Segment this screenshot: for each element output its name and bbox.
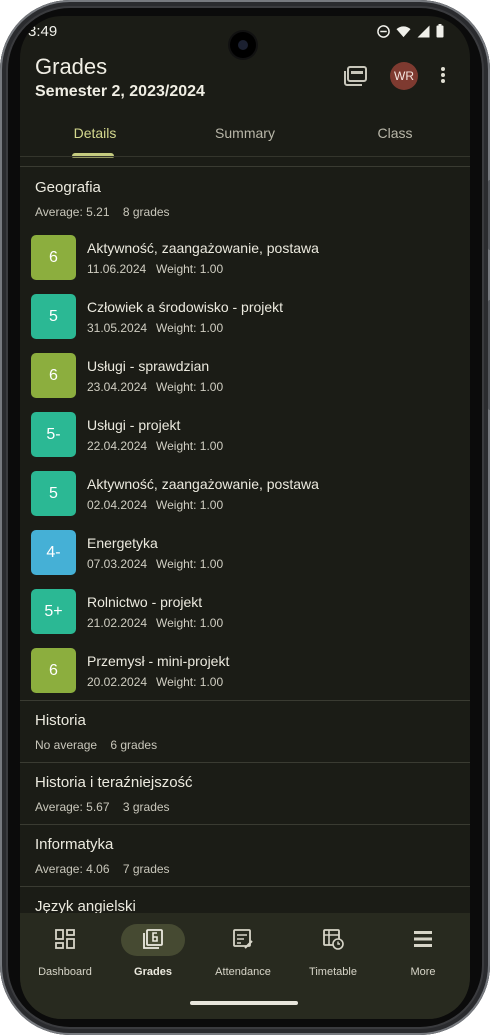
tab-details[interactable]: Details [20, 116, 170, 156]
tab-bar: Details Summary Class [20, 116, 470, 156]
attendance-icon [233, 929, 253, 949]
grade-date: 20.02.2024 [87, 675, 148, 689]
grade-badge: 5 [31, 294, 76, 339]
grade-badge: 6 [31, 353, 76, 398]
grade-row[interactable]: 4- Energetyka 07.03.2024 Weight: 1.00 [20, 522, 470, 581]
subject-name: Historia [35, 712, 86, 729]
subject-jezyk-angielski[interactable]: Język angielski [20, 887, 470, 913]
grade-row[interactable]: 5- Usługi - projekt 22.04.2024 Weight: 1… [20, 404, 470, 463]
grade-description: Człowiek a środowisko - projekt [87, 299, 284, 315]
grade-weight: Weight: 1.00 [156, 616, 224, 630]
grade-row[interactable]: 6 Aktywność, zaangażowanie, postawa 11.0… [20, 227, 470, 286]
subject-meta: Average: 5.21 8 grades [35, 205, 170, 219]
grade-description: Aktywność, zaangażowanie, postawa [87, 476, 319, 492]
nav-timetable[interactable]: Timetable [288, 913, 378, 993]
timetable-icon [323, 929, 344, 950]
tab-class[interactable]: Class [320, 116, 470, 156]
home-indicator[interactable] [190, 1001, 298, 1005]
grade-badge: 6 [31, 648, 76, 693]
subject-meta: No average 6 grades [35, 738, 158, 752]
grade-weight: Weight: 1.00 [156, 321, 224, 335]
grade-description: Energetyka [87, 535, 158, 551]
list-top-stub [20, 157, 470, 167]
nav-label: Dashboard [38, 966, 92, 978]
subject-meta: Average: 4.06 7 grades [35, 862, 170, 876]
battery-icon [436, 24, 444, 38]
grade-description: Rolnictwo - projekt [87, 594, 203, 610]
subject-informatyka[interactable]: Informatyka Average: 4.06 7 grades [20, 825, 470, 887]
grade-date: 22.04.2024 [87, 439, 148, 453]
more-vert-icon[interactable] [440, 66, 446, 84]
grade-date: 23.04.2024 [87, 380, 148, 394]
status-icons [377, 24, 444, 38]
grade-weight: Weight: 1.00 [156, 498, 224, 512]
subject-name: Historia i teraźniejszość [35, 774, 193, 791]
app-bar: Grades Semester 2, 2023/2024 WR [20, 48, 470, 108]
nav-attendance[interactable]: Attendance [198, 913, 288, 993]
subject-geografia[interactable]: Geografia Average: 5.21 8 grades 6 Aktyw… [20, 168, 470, 701]
phone-frame: 3:49 Grades Semester 2, 2023/2024 WR Det… [0, 0, 490, 1035]
signal-icon [417, 25, 430, 37]
grade-row[interactable]: 5 Człowiek a środowisko - projekt 31.05.… [20, 286, 470, 345]
grades-list[interactable]: Geografia Average: 5.21 8 grades 6 Aktyw… [20, 157, 470, 913]
page-title: Grades [35, 54, 108, 79]
dashboard-icon [55, 929, 75, 949]
grade-badge: 4- [31, 530, 76, 575]
grade-date: 07.03.2024 [87, 557, 148, 571]
semester-selector[interactable]: Semester 2, 2023/2024 [35, 83, 205, 101]
wifi-icon [396, 25, 411, 37]
nav-label: Timetable [309, 966, 357, 978]
grade-weight: Weight: 1.00 [156, 262, 224, 276]
grade-description: Usługi - projekt [87, 417, 181, 433]
nav-label: Attendance [215, 966, 271, 978]
dnd-icon [377, 24, 390, 38]
subject-name: Informatyka [35, 836, 114, 853]
grade-date: 21.02.2024 [87, 616, 148, 630]
grade-description: Aktywność, zaangażowanie, postawa [87, 240, 319, 256]
grade-date: 31.05.2024 [87, 321, 148, 335]
grade-badge: 6 [31, 235, 76, 280]
subject-historia-i-terazniejszosc[interactable]: Historia i teraźniejszość Average: 5.67 … [20, 763, 470, 825]
more-icon [414, 931, 432, 947]
grade-row[interactable]: 5 Aktywność, zaangażowanie, postawa 02.0… [20, 463, 470, 522]
nav-dashboard[interactable]: Dashboard [20, 913, 110, 993]
subject-name: Język angielski [35, 898, 136, 913]
tab-summary[interactable]: Summary [170, 116, 320, 156]
subject-meta: Average: 5.67 3 grades [35, 800, 170, 814]
grade-weight: Weight: 1.00 [156, 557, 224, 571]
grade-row[interactable]: 6 Przemysł - mini-projekt 20.02.2024 Wei… [20, 640, 470, 699]
nav-label: Grades [134, 966, 172, 978]
grade-weight: Weight: 1.00 [156, 439, 224, 453]
avatar[interactable]: WR [390, 62, 418, 90]
grades-icon [143, 929, 163, 949]
nav-label: More [410, 966, 436, 978]
cards-icon[interactable] [344, 65, 368, 87]
status-time: 3:49 [28, 23, 58, 40]
grade-description: Przemysł - mini-projekt [87, 653, 230, 669]
bottom-navigation: Dashboard Grades Attendance Timetable Mo… [20, 913, 470, 1019]
grade-description: Usługi - sprawdzian [87, 358, 210, 374]
subject-historia[interactable]: Historia No average 6 grades [20, 701, 470, 763]
grade-date: 11.06.2024 [87, 262, 147, 276]
nav-more[interactable]: More [378, 913, 468, 993]
grade-weight: Weight: 1.00 [156, 675, 224, 689]
screen: 3:49 Grades Semester 2, 2023/2024 WR Det… [20, 16, 470, 1019]
grade-badge: 5 [31, 471, 76, 516]
grade-weight: Weight: 1.00 [156, 380, 224, 394]
grade-row[interactable]: 6 Usługi - sprawdzian 23.04.2024 Weight:… [20, 345, 470, 404]
subject-name: Geografia [35, 179, 101, 196]
grade-badge: 5+ [31, 589, 76, 634]
grade-row[interactable]: 5+ Rolnictwo - projekt 21.02.2024 Weight… [20, 581, 470, 640]
nav-grades[interactable]: Grades [108, 913, 198, 993]
grade-badge: 5- [31, 412, 76, 457]
grade-date: 02.04.2024 [87, 498, 148, 512]
